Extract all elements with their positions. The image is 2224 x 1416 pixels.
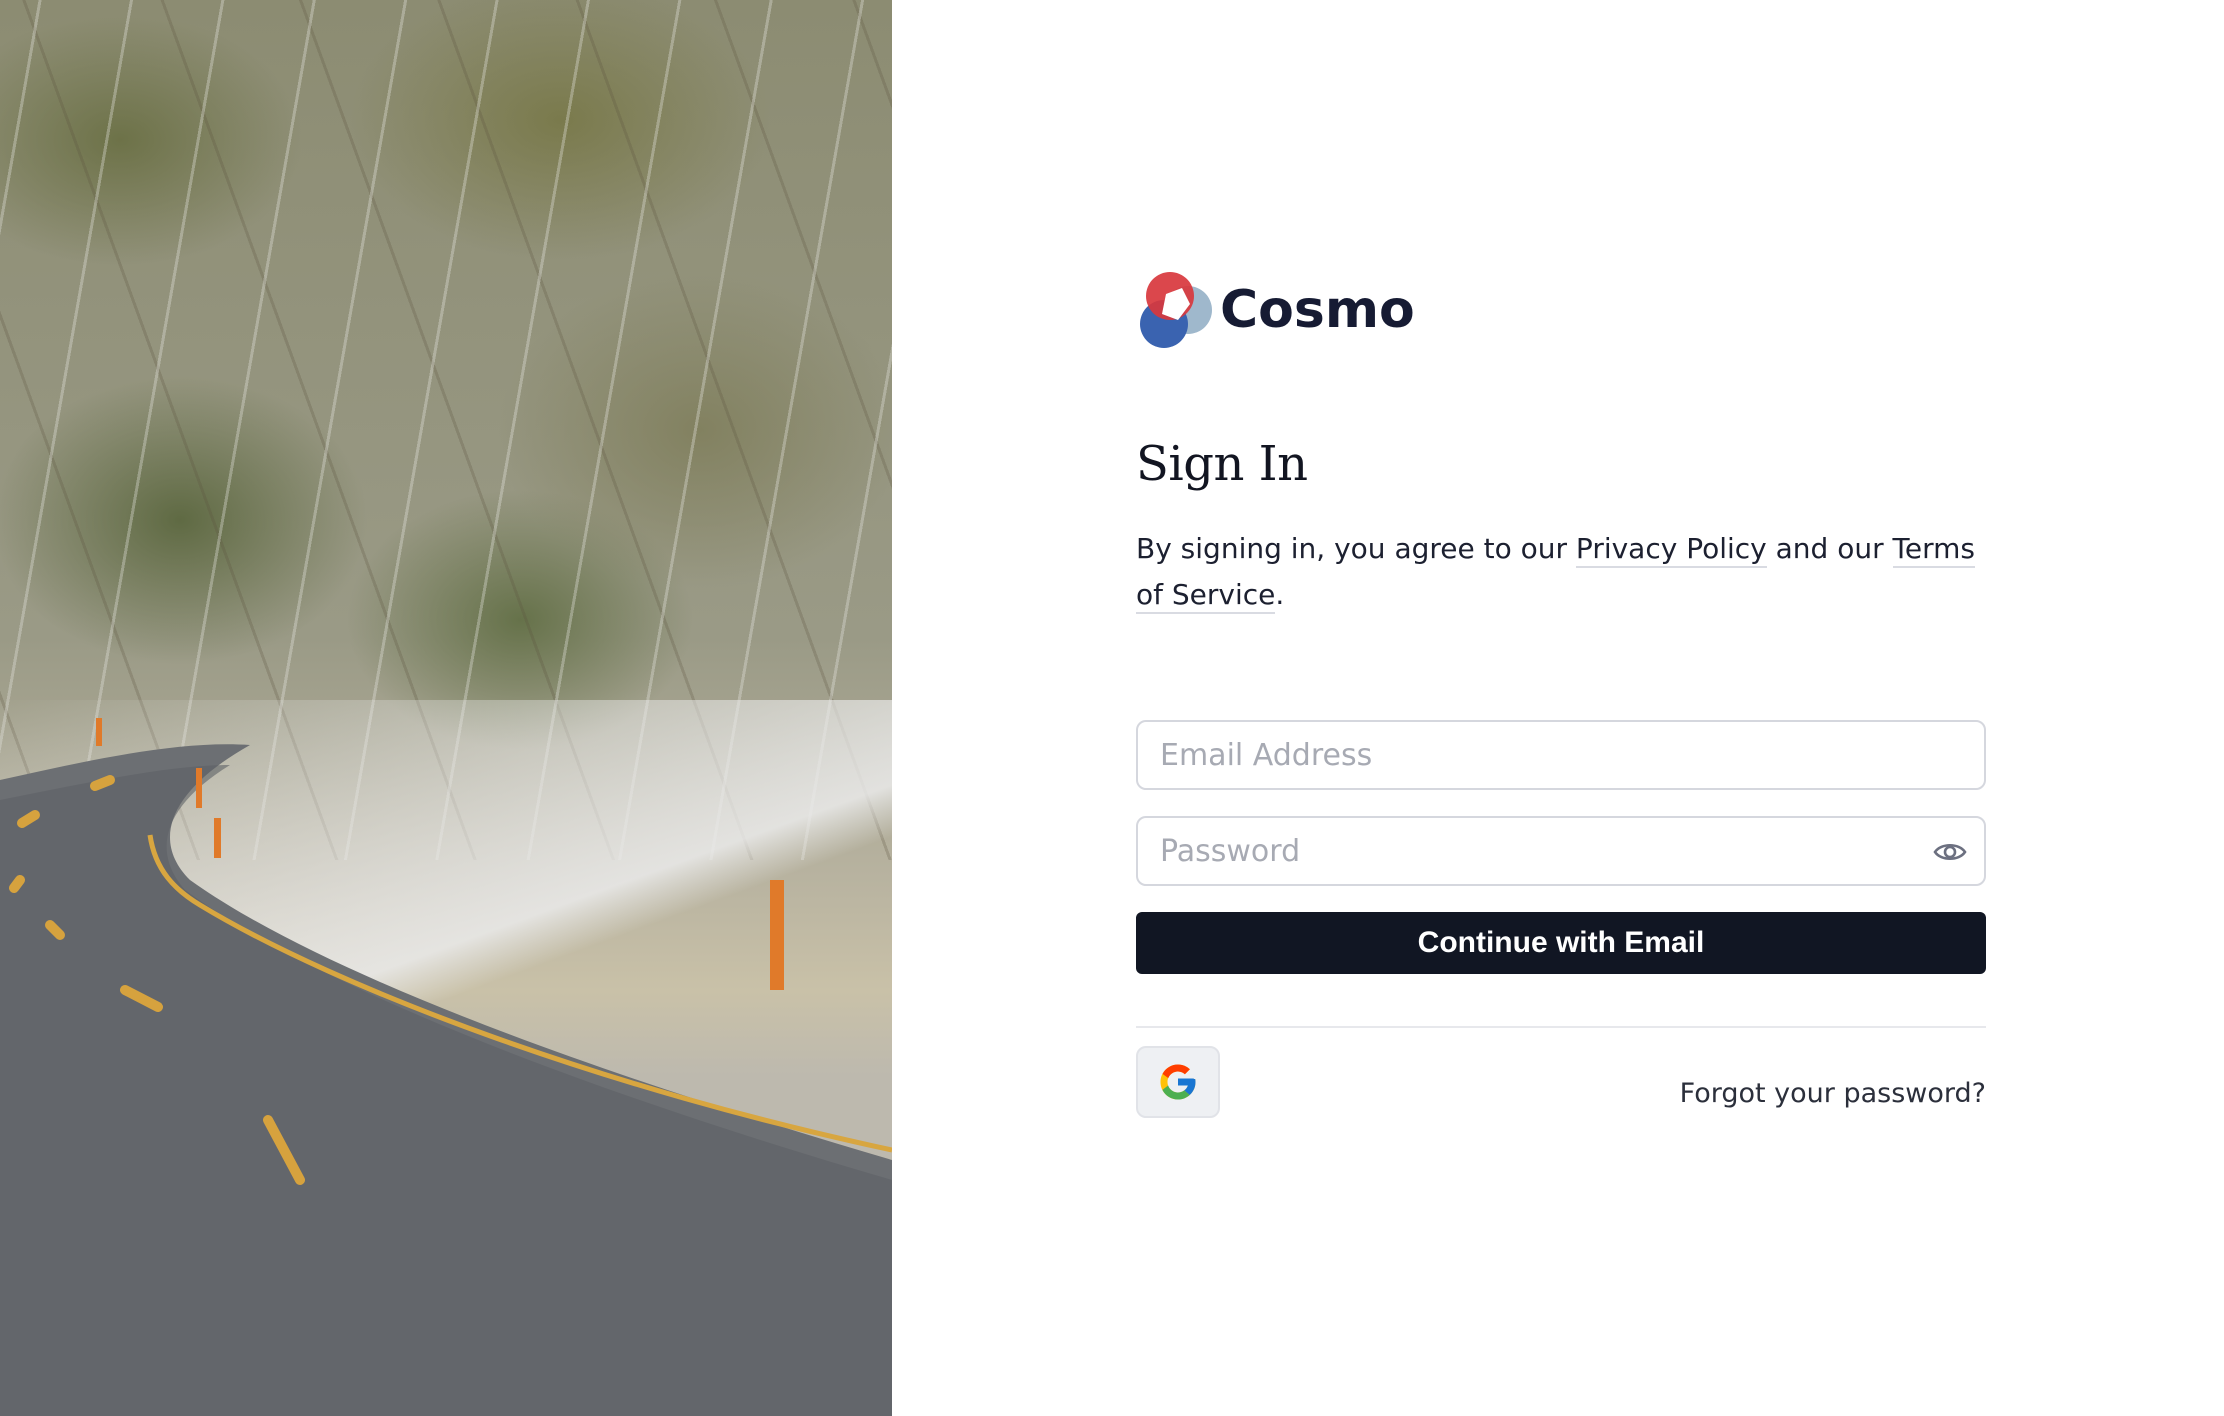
hero-photo [0, 0, 892, 1416]
agree-prefix: By signing in, you agree to our [1136, 532, 1576, 565]
agree-middle: and our [1766, 532, 1893, 565]
forgot-password-link[interactable]: Forgot your password? [1680, 1078, 1986, 1109]
sign-in-content: Cosmo Sign In By signing in, you agree t… [1136, 268, 1986, 1118]
divider [1136, 1026, 1986, 1028]
brand-header: Cosmo [1136, 268, 1986, 352]
cosmo-logo-icon [1140, 272, 1212, 348]
continue-with-email-button[interactable]: Continue with Email [1136, 912, 1986, 974]
terms-agreement: By signing in, you agree to our Privacy … [1136, 526, 1986, 618]
page-title: Sign In [1136, 436, 1308, 492]
email-field-wrapper [1136, 720, 1986, 790]
privacy-policy-link[interactable]: Privacy Policy [1575, 532, 1767, 568]
password-field-wrapper [1136, 816, 1986, 886]
hero-road [0, 718, 892, 1416]
brand-name: Cosmo [1220, 280, 1415, 340]
password-field[interactable] [1138, 818, 1984, 884]
sign-in-page: Cosmo Sign In By signing in, you agree t… [0, 0, 2224, 1416]
sign-in-form: Continue with Email Forgot your password… [1136, 720, 1986, 1118]
alternative-sign-in-row: Forgot your password? [1136, 1046, 1986, 1118]
google-sign-in-button[interactable] [1136, 1046, 1220, 1118]
google-icon [1160, 1064, 1196, 1100]
sign-in-panel: Cosmo Sign In By signing in, you agree t… [892, 0, 2224, 1416]
eye-icon[interactable] [1932, 836, 1968, 868]
email-field[interactable] [1138, 722, 1984, 788]
agree-suffix: . [1275, 578, 1285, 611]
